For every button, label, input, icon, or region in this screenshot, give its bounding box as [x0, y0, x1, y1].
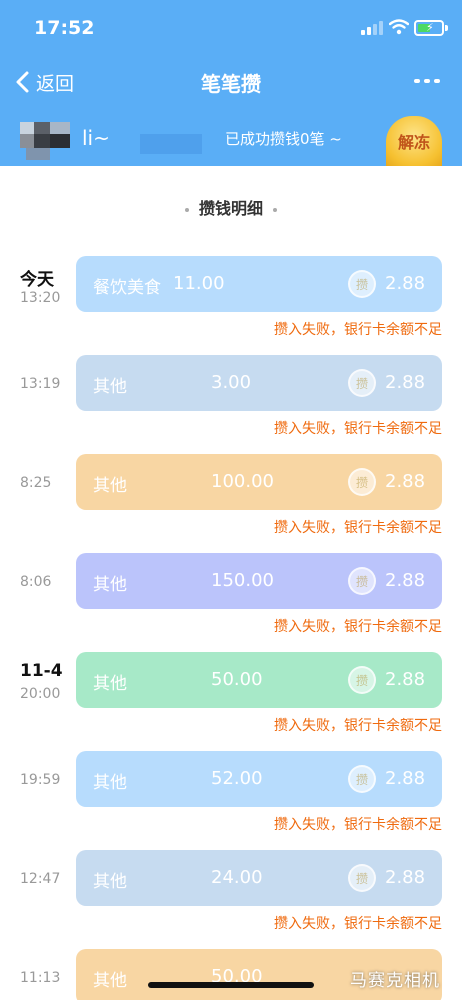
list-item: 12:47 其他 24.00 攒 2.88 攒入失败，银行卡余额不足 [0, 850, 462, 949]
save-amount: 2.88 [385, 768, 426, 789]
amount-label: 11.00 [173, 273, 225, 294]
save-amount: 2.88 [385, 867, 426, 888]
fail-status: 攒入失败，银行卡余额不足 [274, 718, 442, 734]
category-label: 餐饮美食 [93, 278, 161, 298]
status-bar: 17:52 ⚡ [0, 0, 462, 56]
amount-label: 24.00 [211, 867, 263, 888]
saved-status[interactable]: 已成功攒钱0笔 ~ [225, 128, 342, 149]
signal-icon [361, 21, 383, 35]
battery-icon: ⚡ [414, 20, 444, 36]
coin-icon: 攒 [348, 567, 376, 595]
time-label: 20:00 [20, 686, 61, 702]
status-time: 17:52 [34, 17, 95, 39]
unfreeze-button[interactable]: 解冻 [386, 116, 442, 166]
fail-status: 攒入失败，银行卡余额不足 [274, 322, 442, 338]
name-mosaic [140, 134, 202, 154]
coin-icon: 攒 [348, 864, 376, 892]
amount-label: 50.00 [211, 669, 263, 690]
category-label: 其他 [93, 971, 127, 991]
back-label: 返回 [36, 72, 75, 95]
record-card[interactable]: 其他 52.00 攒 2.88 [76, 751, 442, 807]
list-item: 19:59 其他 52.00 攒 2.88 攒入失败，银行卡余额不足 [0, 751, 462, 850]
time-label: 8:06 [20, 574, 52, 590]
back-button[interactable]: 返回 [14, 68, 74, 96]
coin-icon: 攒 [348, 270, 376, 298]
back-chevron-icon [16, 71, 29, 93]
more-icon[interactable] [414, 70, 440, 92]
user-row: li~ 已成功攒钱0笔 ~ 解冻 [0, 114, 462, 166]
category-label: 其他 [93, 872, 127, 892]
watermark: 马赛克相机 [350, 971, 440, 991]
save-amount: 2.88 [385, 669, 426, 690]
time-label: 11:13 [20, 970, 61, 986]
record-card[interactable]: 餐饮美食 11.00 攒 2.88 [76, 256, 442, 312]
user-name: li~ [82, 126, 110, 150]
list-item: 11-4 20:00 其他 50.00 攒 2.88 攒入失败，银行卡余额不足 [0, 652, 462, 751]
dot-right [273, 207, 277, 212]
section-title-text: 攒钱明细 [198, 199, 263, 218]
fail-status: 攒入失败，银行卡余额不足 [274, 421, 442, 437]
fail-status: 攒入失败，银行卡余额不足 [274, 619, 442, 635]
nav-bar: 返回 笔笔攒 [0, 56, 462, 106]
avatar[interactable] [20, 116, 82, 162]
wifi-icon [389, 19, 409, 35]
category-label: 其他 [93, 476, 127, 496]
list-item: 13:19 其他 3.00 攒 2.88 攒入失败，银行卡余额不足 [0, 355, 462, 454]
fail-status: 攒入失败，银行卡余额不足 [274, 520, 442, 536]
date-label: 今天 [20, 270, 54, 290]
amount-label: 52.00 [211, 768, 263, 789]
coin-icon: 攒 [348, 369, 376, 397]
amount-label: 3.00 [211, 372, 252, 393]
category-label: 其他 [93, 773, 127, 793]
time-label: 8:25 [20, 475, 52, 491]
time-label: 12:47 [20, 871, 61, 887]
date-label: 11-4 [20, 661, 63, 681]
battery-tip [445, 25, 448, 31]
time-label: 13:19 [20, 376, 61, 392]
coin-icon: 攒 [348, 765, 376, 793]
amount-label: 150.00 [211, 570, 274, 591]
section-title: 攒钱明细 [0, 195, 462, 219]
header: 17:52 ⚡ 返回 笔笔攒 li~ 已成功攒钱0笔 ~ 解冻 [0, 0, 462, 166]
amount-label: 100.00 [211, 471, 274, 492]
category-label: 其他 [93, 575, 127, 595]
record-card[interactable]: 其他 3.00 攒 2.88 [76, 355, 442, 411]
coin-icon: 攒 [348, 468, 376, 496]
save-amount: 2.88 [385, 273, 426, 294]
record-card[interactable]: 其他 100.00 攒 2.88 [76, 454, 442, 510]
fail-status: 攒入失败，银行卡余额不足 [274, 817, 442, 833]
fail-status: 攒入失败，银行卡余额不足 [274, 916, 442, 932]
record-card[interactable]: 其他 150.00 攒 2.88 [76, 553, 442, 609]
category-label: 其他 [93, 377, 127, 397]
record-card[interactable]: 其他 50.00 攒 2.88 [76, 652, 442, 708]
save-amount: 2.88 [385, 570, 426, 591]
home-indicator[interactable] [148, 982, 314, 988]
save-amount: 2.88 [385, 372, 426, 393]
category-label: 其他 [93, 674, 127, 694]
time-label: 19:59 [20, 772, 61, 788]
list-item: 今天 13:20 餐饮美食 11.00 攒 2.88 攒入失败，银行卡余额不足 [0, 256, 462, 355]
dot-left [184, 207, 189, 212]
record-card[interactable]: 其他 24.00 攒 2.88 [76, 850, 442, 906]
coin-icon: 攒 [348, 666, 376, 694]
list-item: 8:06 其他 150.00 攒 2.88 攒入失败，银行卡余额不足 [0, 553, 462, 652]
save-amount: 2.88 [385, 471, 426, 492]
list-item: 8:25 其他 100.00 攒 2.88 攒入失败，银行卡余额不足 [0, 454, 462, 553]
time-label: 13:20 [20, 290, 61, 306]
